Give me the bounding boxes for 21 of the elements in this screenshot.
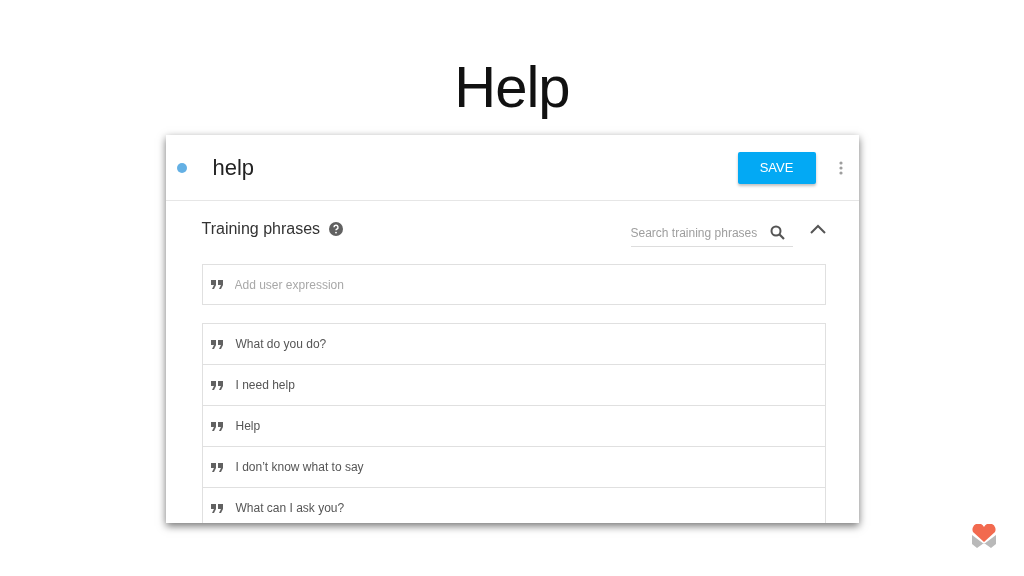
add-expression-field[interactable]: Add user expression (201, 264, 826, 305)
quote-icon (210, 421, 223, 431)
search-field[interactable]: Search training phrases (630, 220, 793, 247)
slide-title: Help (454, 53, 570, 121)
quote-icon (210, 339, 223, 349)
search-icon[interactable] (769, 224, 785, 240)
phrase-row[interactable]: What can I ask you? (202, 488, 825, 523)
heart-logo-icon (971, 524, 997, 548)
quote-icon (210, 380, 223, 390)
chevron-up-icon[interactable] (809, 223, 826, 234)
phrase-row[interactable]: What do you do? (202, 324, 825, 365)
phrase-row[interactable]: Help (202, 406, 825, 447)
more-options-icon[interactable] (838, 160, 843, 175)
phrase-row[interactable]: I don’t know what to say (202, 447, 825, 488)
quote-icon (210, 280, 223, 289)
section-title: Training phrases (201, 219, 321, 238)
intent-name: help (212, 154, 256, 181)
quote-icon (210, 462, 223, 472)
help-icon[interactable] (329, 221, 344, 236)
phrase-row[interactable]: I need help (202, 365, 825, 406)
quote-icon (210, 503, 223, 513)
